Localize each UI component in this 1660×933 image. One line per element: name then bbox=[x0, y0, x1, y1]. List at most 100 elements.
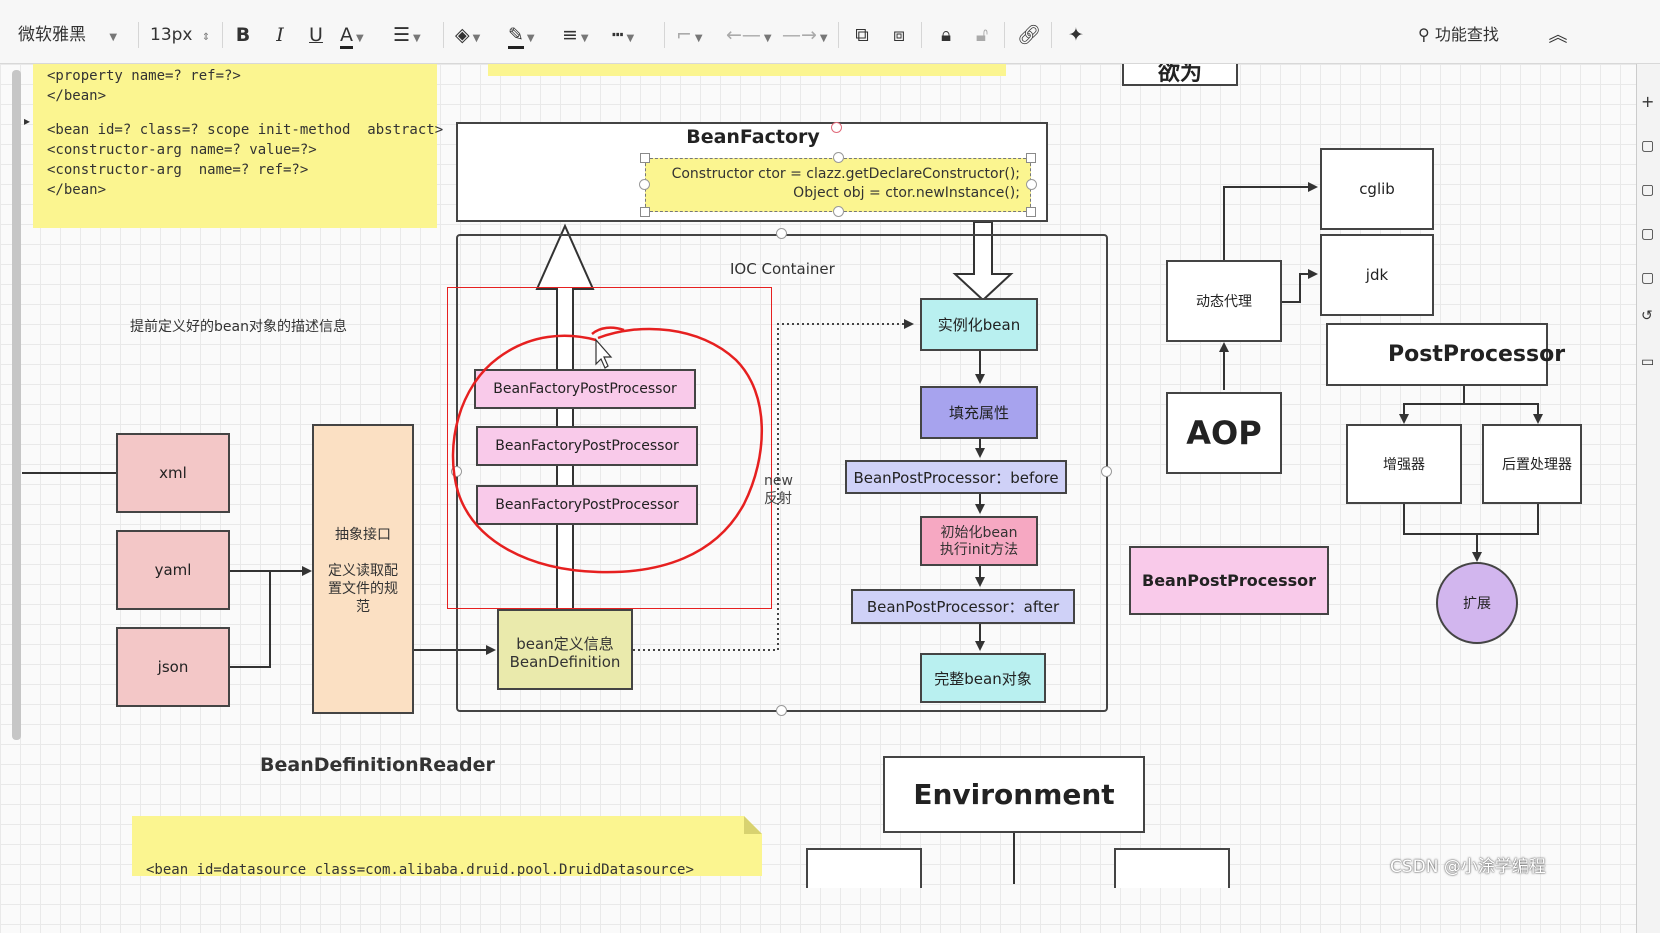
datasource-note[interactable]: <bean id=datasource class=com.alibaba.dr… bbox=[132, 816, 762, 876]
chevron-up-icon: ︽ bbox=[1548, 24, 1568, 46]
send-back-button[interactable]: ⧈ bbox=[885, 20, 913, 50]
format-icon[interactable]: ▢ bbox=[1641, 138, 1654, 154]
cursor-icon bbox=[595, 338, 613, 369]
line-style-button[interactable]: ┅ ▼ bbox=[612, 20, 656, 50]
right-side-panel: + ▢ ▢ ▢ ▢ ↺ ▭ bbox=[1636, 64, 1660, 933]
new-label: new bbox=[764, 473, 793, 489]
font-size-stepper[interactable]: 13px ⇕ bbox=[150, 20, 214, 50]
start-arrow-button[interactable]: ←— ▼ bbox=[726, 20, 776, 50]
chevron-down-icon: ▼ bbox=[413, 33, 421, 44]
toolbar-divider bbox=[1051, 22, 1052, 48]
bring-front-icon: ⧉ bbox=[855, 24, 869, 46]
unlock-icon: 🔓︎ bbox=[975, 24, 989, 46]
line-width-button[interactable]: ≡ ▼ bbox=[562, 20, 606, 50]
font-family-value: 微软雅黑 bbox=[18, 25, 86, 45]
toolbar-divider bbox=[443, 22, 444, 48]
new-reflect-label: new 反射 bbox=[764, 472, 793, 508]
link-icon: 🔗︎ bbox=[1016, 24, 1042, 46]
arrow-marker-icon: ▸ bbox=[24, 114, 31, 128]
collapse-toolbar-button[interactable]: ︽ bbox=[1546, 20, 1570, 50]
link-button[interactable]: 🔗︎ bbox=[1015, 20, 1043, 50]
toolbar-divider bbox=[838, 22, 839, 48]
watermark-label: CSDN @小涂学编程 bbox=[1390, 857, 1546, 877]
dynamic-proxy-box[interactable]: 动态代理 bbox=[1166, 260, 1282, 342]
pen-icon: ✎ bbox=[508, 24, 524, 49]
chevron-down-icon: ▼ bbox=[819, 33, 828, 44]
function-search-button[interactable]: ⚲ 功能查找 bbox=[1418, 20, 1528, 50]
environment-child-box[interactable] bbox=[806, 848, 922, 888]
end-arrow-button[interactable]: —→ ▼ bbox=[782, 20, 832, 50]
jdk-box[interactable]: jdk bbox=[1320, 234, 1434, 316]
chevron-down-icon: ▼ bbox=[580, 33, 589, 44]
init-line: 执行init方法 bbox=[939, 542, 1019, 558]
bean-post-processor-box[interactable]: BeanPostProcessor bbox=[1129, 546, 1329, 615]
lock-icon: 🔒︎ bbox=[940, 24, 952, 46]
plus-icon[interactable]: + bbox=[1641, 92, 1654, 111]
search-icon: ⚲ bbox=[1418, 25, 1430, 44]
outline-icon[interactable]: ▢ bbox=[1641, 226, 1654, 242]
fill-color-button[interactable]: ◈ ▼ bbox=[455, 20, 499, 50]
font-family-select[interactable]: 微软雅黑 ▼ bbox=[18, 20, 128, 50]
reflect-label: 反射 bbox=[764, 491, 792, 507]
format-painter-button[interactable]: ✦ bbox=[1062, 20, 1090, 50]
lock-button[interactable]: 🔒︎ bbox=[932, 20, 960, 50]
bean-definition-line: BeanDefinition bbox=[509, 653, 621, 671]
send-back-icon: ⧈ bbox=[892, 24, 906, 46]
post-handler-box[interactable]: 后置处理器 bbox=[1482, 424, 1582, 504]
unlock-button[interactable]: 🔓︎ bbox=[968, 20, 996, 50]
connector-style-button[interactable]: ⌐ ▼ bbox=[676, 20, 720, 50]
font-color-button[interactable]: A ▼ bbox=[340, 20, 380, 50]
bpp-after-box[interactable]: BeanPostProcessor：after bbox=[851, 589, 1075, 624]
diagram-canvas[interactable]: <property name=? ref=?> </bean> <bean id… bbox=[0, 64, 1660, 933]
post-processor-box[interactable]: PostProcessor bbox=[1326, 323, 1565, 386]
line-width-icon: ≡ bbox=[562, 24, 578, 46]
page-icon[interactable]: ▢ bbox=[1641, 182, 1654, 198]
paint-bucket-icon: ◈ bbox=[455, 24, 470, 46]
populate-properties-box[interactable]: 填充属性 bbox=[920, 386, 1038, 439]
dashed-line-icon: ┅ bbox=[612, 24, 624, 46]
toolbar: 微软雅黑 ▼ 13px ⇕ B I U A ▼ ☰ ▼ ◈ ▼ ✎ ▼ ≡ ▼ ┅ ▼ ⌐ ▼… bbox=[0, 0, 1660, 64]
bpp-before-box[interactable]: BeanPostProcessor：before bbox=[845, 460, 1067, 494]
initialize-bean-box[interactable]: 初始化bean 执行init方法 bbox=[920, 516, 1038, 566]
toolbar-divider bbox=[222, 22, 223, 48]
font-size-value: 13px bbox=[150, 25, 193, 45]
bean-definition-box[interactable]: bean定义信息 BeanDefinition bbox=[497, 609, 633, 690]
history-icon[interactable]: ↺ bbox=[1641, 308, 1653, 324]
toolbar-divider bbox=[138, 22, 139, 48]
chevron-down-icon: ▼ bbox=[694, 33, 703, 44]
layer-icon[interactable]: ▢ bbox=[1641, 270, 1654, 286]
function-search-label: 功能查找 bbox=[1434, 25, 1499, 44]
chevron-down-icon: ▼ bbox=[356, 33, 364, 44]
align-button[interactable]: ☰ ▼ bbox=[393, 20, 433, 50]
elbow-connector-icon: ⌐ bbox=[676, 24, 692, 46]
chevron-down-icon: ▼ bbox=[626, 33, 635, 44]
environment-box[interactable]: Environment bbox=[883, 756, 1145, 833]
bring-front-button[interactable]: ⧉ bbox=[848, 20, 876, 50]
arrow-left-icon: ←— bbox=[726, 24, 761, 46]
toolbar-divider bbox=[921, 22, 922, 48]
complete-bean-box[interactable]: 完整bean对象 bbox=[920, 653, 1046, 703]
align-left-icon: ☰ bbox=[393, 24, 411, 46]
toolbar-divider bbox=[664, 22, 665, 48]
magic-wand-icon: ✦ bbox=[1068, 24, 1084, 46]
init-line: 初始化bean bbox=[940, 525, 1018, 541]
bold-button[interactable]: B bbox=[230, 20, 256, 50]
italic-button[interactable]: I bbox=[267, 20, 293, 50]
line-color-button[interactable]: ✎ ▼ bbox=[508, 20, 552, 50]
arrow-right-icon: —→ bbox=[782, 24, 817, 46]
toolbar-divider bbox=[1004, 22, 1005, 48]
environment-child-box[interactable] bbox=[1114, 848, 1230, 888]
enhancer-box[interactable]: 增强器 bbox=[1346, 424, 1462, 504]
aop-box[interactable]: AOP bbox=[1166, 392, 1282, 474]
instantiate-bean-box[interactable]: 实例化bean bbox=[920, 298, 1038, 351]
underline-button[interactable]: U bbox=[303, 20, 329, 50]
comment-icon[interactable]: ▭ bbox=[1641, 354, 1654, 370]
vertical-scrollbar[interactable] bbox=[12, 70, 21, 740]
chevron-down-icon: ▼ bbox=[526, 33, 535, 44]
bean-definition-line: bean定义信息 bbox=[516, 635, 614, 653]
cglib-box[interactable]: cglib bbox=[1320, 148, 1434, 230]
extend-circle[interactable]: 扩展 bbox=[1436, 562, 1518, 644]
stepper-icon: ⇕ bbox=[201, 32, 211, 43]
chevron-down-icon: ▼ bbox=[472, 33, 481, 44]
chevron-down-icon: ▼ bbox=[763, 33, 772, 44]
